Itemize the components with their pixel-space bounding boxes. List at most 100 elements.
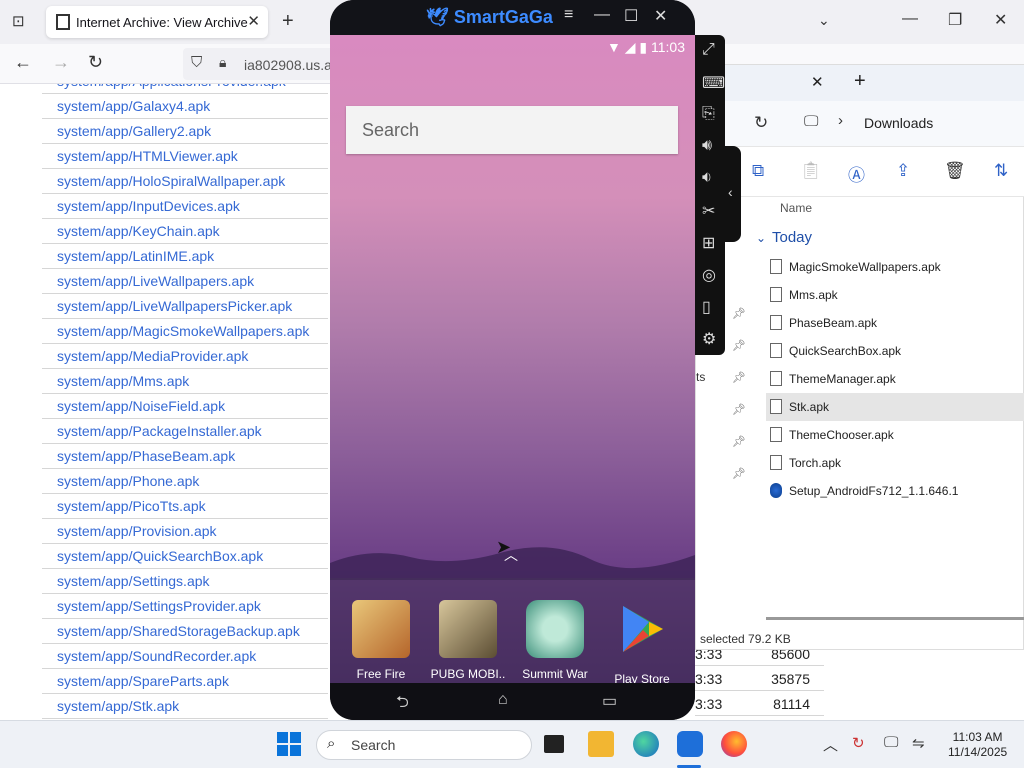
reload-icon[interactable]: ↻	[88, 52, 103, 73]
task-view-icon[interactable]	[544, 735, 564, 753]
horizontal-scrollbar[interactable]	[766, 617, 1024, 620]
explorer-file-item[interactable]: Stk.apk	[766, 393, 1024, 421]
explorer-file-item[interactable]: MagicSmokeWallpapers.apk	[766, 253, 1024, 281]
edge-browser-icon[interactable]	[633, 731, 659, 757]
explorer-file-item[interactable]: Mms.apk	[766, 281, 1024, 309]
forward-icon[interactable]: →	[52, 52, 70, 73]
android-home-screen[interactable]: ▼ ◢ ▮ 11:03 Search ︿ Free Fire PUBG MOBI…	[330, 35, 695, 686]
archive-file-link[interactable]: system/app/NoiseField.apk	[42, 394, 328, 419]
share-icon[interactable]: ⇪	[896, 161, 910, 181]
archive-file-link[interactable]: system/app/HTMLViewer.apk	[42, 144, 328, 169]
maximize-icon[interactable]: ❐	[948, 10, 962, 30]
explorer-file-item[interactable]: QuickSearchBox.apk	[766, 337, 1024, 365]
minimize-icon[interactable]: —	[902, 10, 918, 28]
taskbar-clock[interactable]: 11:03 AM 11/14/2025	[948, 730, 1007, 760]
network-icon[interactable]: ⇋	[912, 734, 925, 752]
archive-file-link[interactable]: system/app/Provision.apk	[42, 519, 328, 544]
archive-file-link[interactable]: system/app/HoloSpiralWallpaper.apk	[42, 169, 328, 194]
close-icon[interactable]: ✕	[654, 6, 667, 26]
close-tab-icon[interactable]: ✕	[247, 12, 260, 30]
smartgaga-taskbar-icon[interactable]	[677, 731, 703, 757]
refresh-icon[interactable]: ↻	[754, 113, 768, 133]
archive-file-link[interactable]: system/app/InputDevices.apk	[42, 194, 328, 219]
archive-file-link[interactable]: system/app/MediaProvider.apk	[42, 344, 328, 369]
archive-file-link[interactable]: system/app/Mms.apk	[42, 369, 328, 394]
archive-file-link[interactable]: system/app/SoundRecorder.apk	[42, 644, 328, 669]
display-icon[interactable]: 🖵	[884, 734, 898, 751]
archive-file-link[interactable]: system/app/LiveWallpapers.apk	[42, 269, 328, 294]
pin-icon[interactable]: 📌︎	[732, 371, 746, 384]
pin-icon[interactable]: 📌︎	[732, 403, 746, 416]
back-button-icon[interactable]: ⮌	[396, 691, 409, 718]
volume-up-icon[interactable]: 🔊︎	[702, 137, 712, 155]
explorer-file-item[interactable]: PhaseBeam.apk	[766, 309, 1024, 337]
menu-icon[interactable]: ≡	[564, 6, 573, 24]
archive-file-link[interactable]: system/app/KeyChain.apk	[42, 219, 328, 244]
file-explorer-icon[interactable]	[588, 731, 614, 757]
app-play-store[interactable]: Play Store	[597, 600, 687, 686]
tab-internet-archive[interactable]: Internet Archive: View Archive ✕	[46, 6, 268, 38]
close-tab-icon[interactable]: ✕	[811, 73, 824, 91]
pin-icon[interactable]: 📌︎	[732, 307, 746, 320]
archive-file-link[interactable]: system/app/Stk.apk	[42, 694, 328, 719]
paste-icon[interactable]: 📋︎	[800, 161, 822, 181]
app-summit-war[interactable]: Summit War	[510, 600, 600, 681]
rename-icon[interactable]: Ⓐ	[848, 161, 865, 186]
archive-file-link[interactable]: system/app/Settings.apk	[42, 569, 328, 594]
tab-list-icon[interactable]: ⊡	[12, 12, 25, 30]
close-window-icon[interactable]: ✕	[994, 10, 1007, 30]
apk-install-icon[interactable]: ⎘	[702, 105, 715, 123]
location-icon[interactable]: ◎	[702, 265, 716, 285]
taskbar-search[interactable]: ⌕ Search	[316, 730, 532, 760]
new-tab-icon[interactable]: +	[854, 70, 866, 93]
pin-icon[interactable]: 📌︎	[732, 339, 746, 352]
archive-file-link[interactable]: system/app/PackageInstaller.apk	[42, 419, 328, 444]
archive-file-link[interactable]: system/app/LiveWallpapersPicker.apk	[42, 294, 328, 319]
pin-icon[interactable]: 📌︎	[732, 435, 746, 448]
this-pc-icon[interactable]: 🖵	[804, 113, 818, 130]
archive-file-link[interactable]: system/app/ApplicationsProvider.apk	[42, 84, 328, 94]
explorer-file-item[interactable]: ThemeManager.apk	[766, 365, 1024, 393]
multi-instance-icon[interactable]: ⊞	[702, 233, 715, 253]
group-collapse-icon[interactable]: ⌄	[756, 231, 766, 245]
archive-file-link[interactable]: system/app/MagicSmokeWallpapers.apk	[42, 319, 328, 344]
copy-icon[interactable]: ⧉	[752, 161, 764, 181]
archive-file-link[interactable]: system/app/SettingsProvider.apk	[42, 594, 328, 619]
show-hidden-icons-icon[interactable]: ︿	[823, 734, 838, 755]
explorer-file-item[interactable]: ThemeChooser.apk	[766, 421, 1024, 449]
app-free-fire[interactable]: Free Fire	[336, 600, 426, 681]
lock-icon[interactable]: 🔒︎	[219, 54, 226, 71]
fullscreen-icon[interactable]: ⤢	[702, 41, 715, 59]
archive-file-link[interactable]: system/app/SpareParts.apk	[42, 669, 328, 694]
list-all-tabs-icon[interactable]: ⌄	[818, 12, 830, 29]
sidebar-collapse-tab[interactable]: ‹	[725, 146, 741, 242]
new-tab-icon[interactable]: +	[282, 10, 294, 33]
recents-button-icon[interactable]: ▭	[602, 691, 617, 711]
minimize-icon[interactable]: —	[594, 6, 610, 24]
explorer-file-item[interactable]: Torch.apk	[766, 449, 1024, 477]
archive-file-link[interactable]: system/app/QuickSearchBox.apk	[42, 544, 328, 569]
delete-icon[interactable]: 🗑︎	[944, 161, 966, 181]
archive-file-link[interactable]: system/app/SharedStorageBackup.apk	[42, 619, 328, 644]
shield-icon[interactable]: ⛉	[191, 54, 202, 71]
archive-file-link[interactable]: system/app/Galaxy4.apk	[42, 94, 328, 119]
group-header-today[interactable]: Today	[772, 229, 812, 246]
shake-icon[interactable]: ▯	[702, 297, 711, 317]
update-status-icon[interactable]: ↻	[852, 734, 865, 752]
screenshot-icon[interactable]: ✂	[702, 201, 715, 221]
archive-file-link[interactable]: system/app/PicoTts.apk	[42, 494, 328, 519]
maximize-icon[interactable]: ☐	[624, 6, 638, 26]
archive-file-link[interactable]: system/app/Phone.apk	[42, 469, 328, 494]
firefox-icon[interactable]	[721, 731, 747, 757]
volume-down-icon[interactable]: 🔉︎	[702, 169, 712, 187]
settings-icon[interactable]: ⚙	[702, 329, 716, 349]
archive-file-link[interactable]: system/app/Gallery2.apk	[42, 119, 328, 144]
breadcrumb-downloads[interactable]: Downloads	[864, 115, 933, 131]
column-header-name[interactable]: Name	[780, 201, 812, 215]
nav-pane-fragment[interactable]: ts	[696, 370, 705, 384]
archive-file-link[interactable]: system/app/PhaseBeam.apk	[42, 444, 328, 469]
pin-icon[interactable]: 📌︎	[732, 467, 746, 480]
home-search-bar[interactable]: Search	[346, 106, 678, 154]
back-icon[interactable]: ←	[14, 52, 32, 73]
home-button-icon[interactable]: ⌂	[498, 691, 508, 709]
